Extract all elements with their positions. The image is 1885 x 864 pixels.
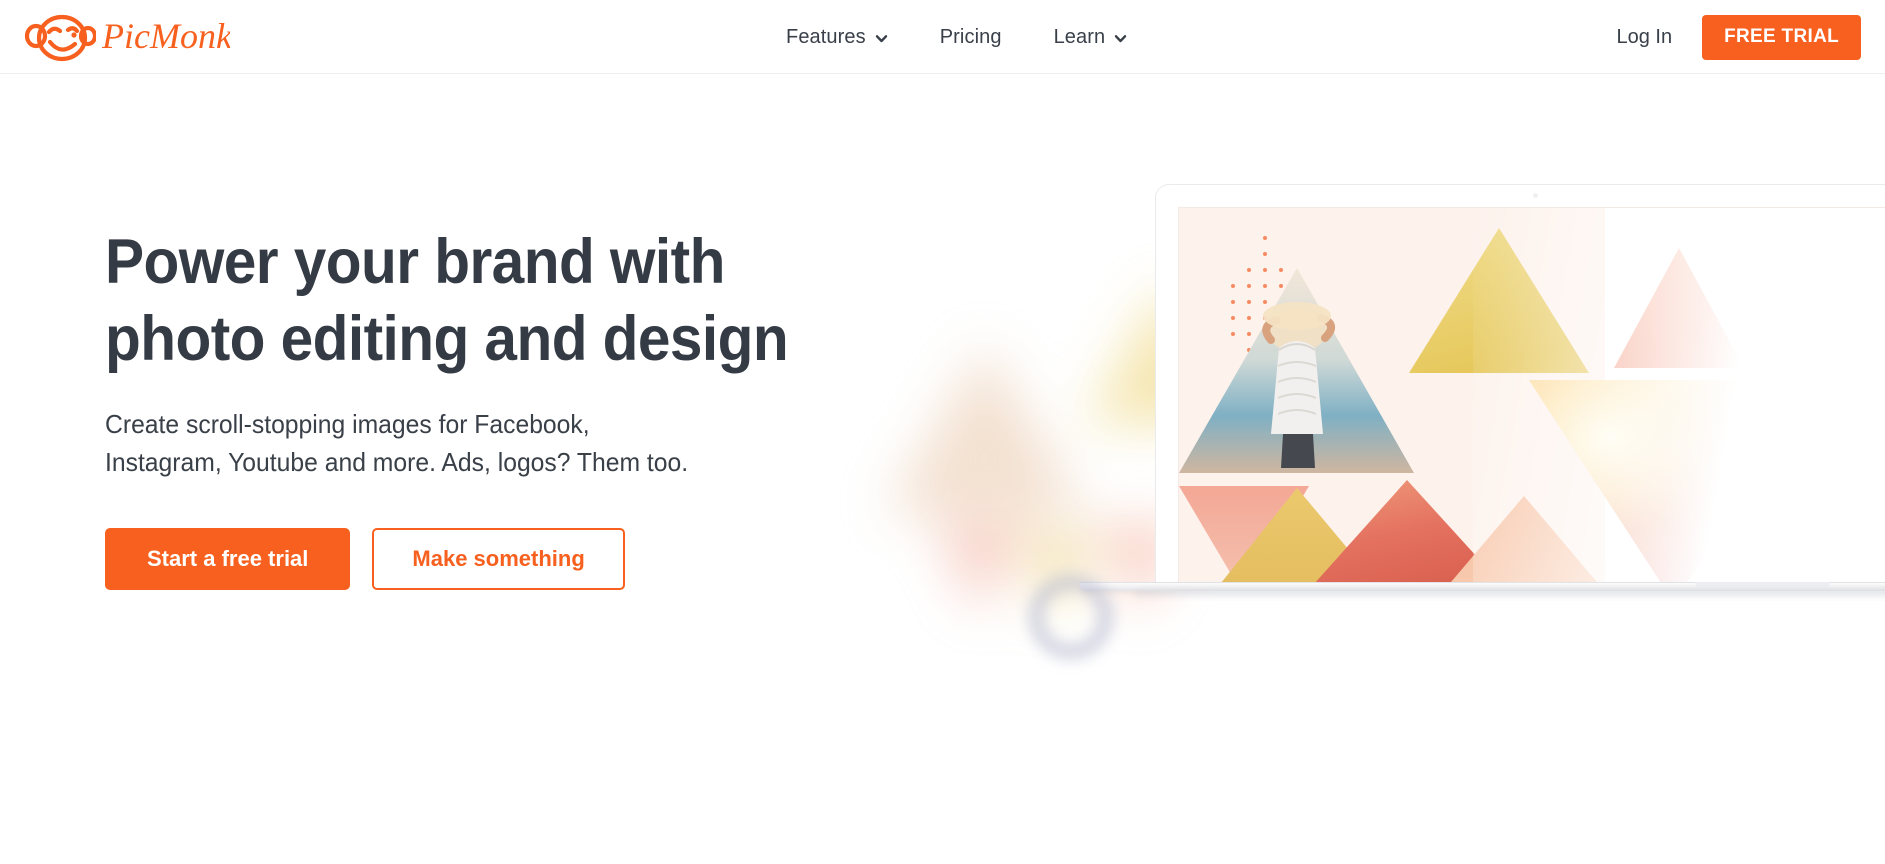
top-navigation-bar: PicMonkey Features Pricing Learn L [0, 0, 1885, 74]
ghost-ring-blur [1028, 574, 1114, 660]
brand-wordmark: PicMonkey [102, 15, 230, 59]
hero-subtitle: Create scroll-stopping images for Facebo… [105, 406, 846, 482]
make-something-button[interactable]: Make something [372, 527, 625, 590]
chevron-down-icon [875, 32, 888, 45]
login-link[interactable]: Log In [1617, 26, 1673, 49]
laptop-notch [1695, 582, 1830, 588]
chevron-down-icon [1114, 32, 1127, 45]
nav-label-learn: Learn [1053, 25, 1106, 48]
laptop-shadow [1135, 590, 1885, 600]
svg-text:PicMonkey: PicMonkey [102, 16, 230, 56]
hero-visual [885, 74, 1885, 864]
laptop-mockup [1155, 184, 1885, 584]
webcam-icon [1532, 193, 1538, 198]
subhead-line-1: Create scroll-stopping images for Facebo… [105, 408, 590, 439]
hero-cta-row: Start a free trial Make something [105, 527, 885, 590]
brand-logo[interactable]: PicMonkey [24, 10, 230, 64]
subhead-line-2: Instagram, Youtube and more. Ads, logos?… [105, 446, 689, 477]
nav-actions: Log In FREE TRIAL [1617, 0, 1861, 74]
nav-item-features[interactable]: Features [760, 26, 914, 49]
nav-item-pricing[interactable]: Pricing [914, 26, 1028, 49]
hero-copy: Power your brand with photo editing and … [105, 224, 885, 590]
nav-item-learn[interactable]: Learn [1028, 26, 1154, 49]
start-free-trial-button[interactable]: Start a free trial [105, 527, 351, 590]
screen-fade-overlay [1473, 208, 1885, 584]
laptop-screen [1178, 207, 1885, 584]
nav-label-pricing: Pricing [939, 25, 1002, 48]
monkey-face-icon [24, 12, 96, 62]
headline-line-2: photo editing and design [105, 303, 789, 374]
page-title: Power your brand with photo editing and … [105, 224, 830, 378]
nav-label-features: Features [786, 25, 866, 48]
free-trial-button[interactable]: FREE TRIAL [1702, 14, 1861, 60]
primary-nav: Features Pricing Learn [760, 0, 1153, 74]
hero-section: Power your brand with photo editing and … [0, 74, 1885, 864]
headline-line-1: Power your brand with [105, 227, 725, 297]
